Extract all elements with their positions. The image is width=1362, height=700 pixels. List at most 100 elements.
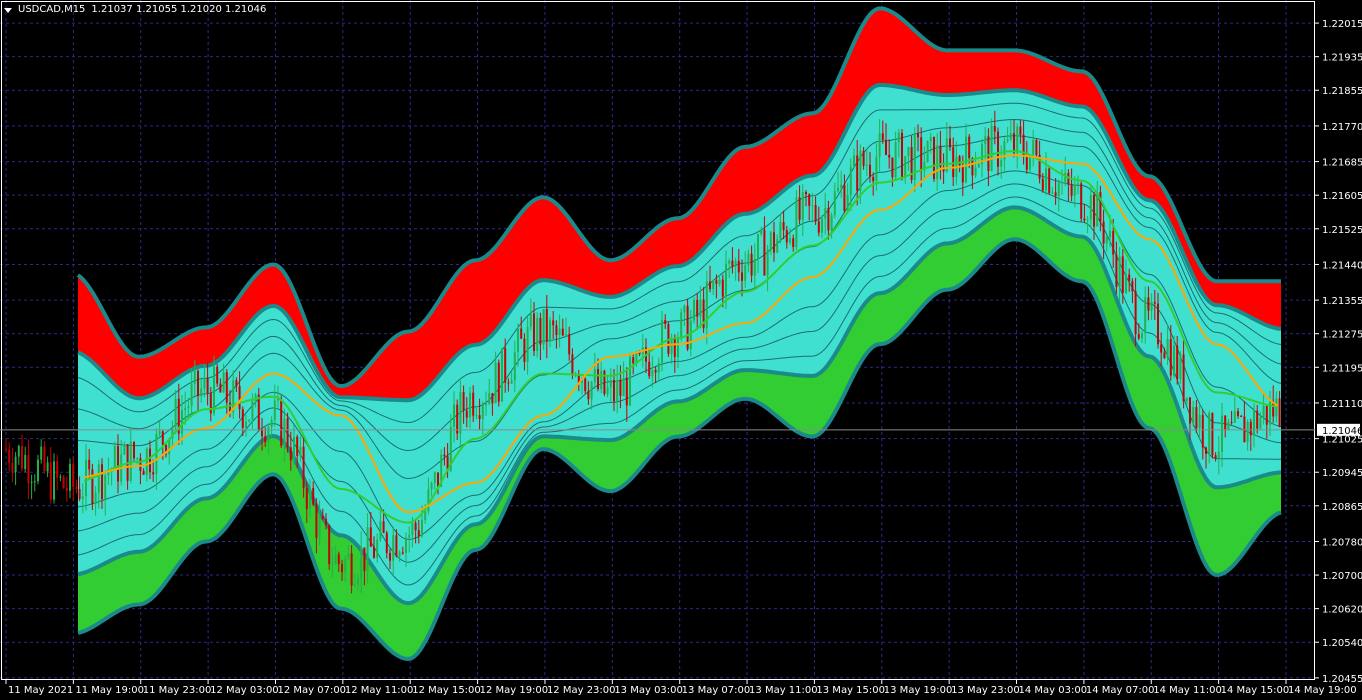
- candle-body: [475, 415, 478, 417]
- candle-body: [987, 136, 990, 172]
- candle-body: [30, 482, 33, 484]
- candle-body: [504, 347, 507, 383]
- candle-body: [350, 553, 353, 586]
- candle-body: [1045, 168, 1047, 191]
- candle-body: [46, 462, 49, 472]
- candle-body: [779, 222, 782, 240]
- candle-body: [1035, 139, 1038, 155]
- candle-body: [1025, 156, 1028, 170]
- candle-body: [14, 456, 17, 472]
- candle-body: [808, 194, 811, 206]
- candle-body: [523, 338, 526, 362]
- candle-body: [245, 421, 247, 428]
- candle-body: [721, 279, 724, 297]
- candle-body: [517, 328, 519, 353]
- candle-body: [632, 357, 635, 364]
- candle-body: [392, 535, 395, 561]
- candle-body: [299, 446, 302, 457]
- candle-body: [488, 393, 491, 404]
- candle-body: [104, 475, 107, 500]
- chevron-down-icon[interactable]: [4, 7, 12, 13]
- candle-body: [421, 520, 423, 537]
- candle-body: [1253, 410, 1255, 436]
- candle-body: [401, 552, 404, 554]
- candle-body: [814, 205, 817, 222]
- candle-body: [158, 431, 161, 435]
- price-tick-label: 1.20865: [1322, 502, 1362, 513]
- candle-body: [731, 260, 734, 267]
- candle-body: [1217, 451, 1220, 459]
- time-tick-label: 13 May 07:00: [682, 685, 751, 696]
- candle-body: [72, 463, 75, 488]
- time-tick-label: 14 May 19:00: [1288, 685, 1357, 696]
- candle-body: [376, 539, 379, 558]
- candle-body: [328, 525, 331, 565]
- candle-body: [321, 516, 324, 519]
- candle-body: [238, 386, 241, 410]
- time-tick-label: 12 May 03:00: [210, 685, 279, 696]
- candle-body: [920, 137, 923, 171]
- chart-header[interactable]: USDCAD,M15 1.21037 1.21055 1.21020 1.210…: [4, 3, 266, 17]
- candle-body: [1150, 302, 1153, 311]
- candle-body: [773, 232, 775, 253]
- candle-body: [661, 320, 663, 363]
- price-tick-label: 1.21195: [1322, 363, 1362, 374]
- candle-body: [315, 504, 318, 538]
- candle-body: [821, 218, 823, 233]
- candle-body: [360, 547, 363, 579]
- candle-body: [1054, 192, 1057, 197]
- time-tick-label: 14 May 03:00: [1019, 685, 1088, 696]
- candle-body: [1153, 302, 1156, 304]
- candle-body: [846, 194, 849, 211]
- candle-body: [469, 392, 471, 418]
- candle-body: [382, 521, 385, 533]
- candle-body: [958, 156, 961, 166]
- candle-body: [424, 511, 427, 521]
- candle-body: [917, 133, 919, 138]
- candle-body: [225, 372, 228, 403]
- time-tick-label: 12 May 23:00: [547, 685, 616, 696]
- price-chart[interactable]: 1.22015 1.21935 1.21855 1.21770 1.21685 1.216…: [0, 0, 1362, 700]
- candle-body: [725, 263, 727, 297]
- candle-body: [411, 522, 414, 536]
- candle-body: [465, 410, 468, 418]
- candle-body: [296, 436, 299, 457]
- candle-body: [69, 463, 71, 491]
- candle-body: [1102, 221, 1105, 244]
- candle-body: [536, 317, 539, 351]
- candle-body: [824, 207, 827, 219]
- candle-body: [398, 552, 401, 557]
- candle-body: [993, 126, 996, 132]
- candle-body: [1032, 139, 1035, 155]
- candle-body: [750, 253, 753, 276]
- candle-body: [1089, 195, 1092, 220]
- candle-body: [795, 197, 798, 248]
- candle-body: [462, 392, 465, 411]
- candle-body: [776, 239, 779, 253]
- candle-body: [1115, 254, 1118, 287]
- price-tick-label: 1.20780: [1322, 537, 1362, 548]
- candle-body: [334, 554, 337, 565]
- candle-body: [673, 338, 676, 357]
- candle-body: [1144, 297, 1147, 334]
- candle-body: [139, 458, 142, 471]
- candle-body: [571, 354, 574, 375]
- price-tick-label: 1.21275: [1322, 330, 1362, 341]
- price-tick-label: 1.21605: [1322, 191, 1362, 202]
- candle-body: [1147, 297, 1150, 311]
- candle-body: [1240, 415, 1243, 417]
- candle-body: [878, 133, 881, 157]
- price-scale-panel[interactable]: [1315, 0, 1362, 700]
- candle-body: [533, 313, 535, 351]
- price-tick-label: 1.21685: [1322, 158, 1362, 169]
- candle-body: [1205, 447, 1207, 454]
- candle-body: [901, 132, 903, 178]
- candle-body: [520, 328, 523, 339]
- candle-body: [1160, 344, 1163, 353]
- candle-body: [677, 338, 679, 357]
- candle-body: [21, 445, 23, 470]
- candle-body: [1070, 184, 1073, 196]
- candle-body: [1224, 415, 1227, 430]
- candle-body: [584, 378, 587, 392]
- candle-body: [872, 176, 875, 182]
